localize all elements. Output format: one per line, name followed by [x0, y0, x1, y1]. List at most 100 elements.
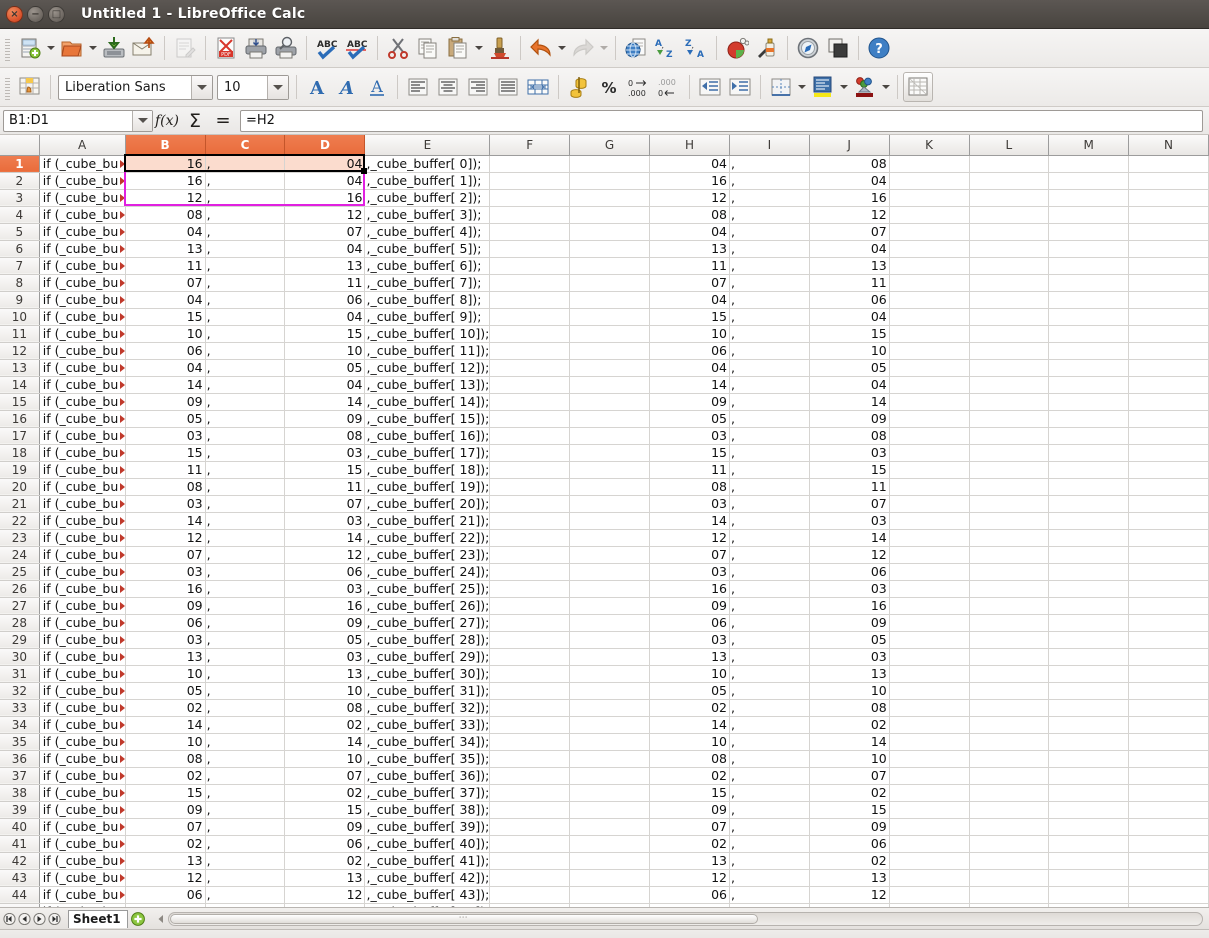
cell-F37[interactable] [489, 767, 571, 785]
cell-D28[interactable]: 09 [284, 614, 366, 632]
cell-F35[interactable] [489, 733, 571, 751]
cell-L5[interactable] [969, 223, 1050, 241]
cell-N45[interactable] [1128, 903, 1209, 907]
column-header-e[interactable]: E [364, 135, 491, 156]
cell-D7[interactable]: 13 [284, 257, 366, 275]
cell-I13[interactable]: , [729, 359, 810, 377]
cell-M30[interactable] [1048, 648, 1130, 666]
cell-G8[interactable] [569, 274, 650, 292]
cell-E12[interactable]: ,_cube_buffer[ 11]); [364, 342, 491, 360]
row-header-4[interactable]: 4 [0, 206, 40, 224]
cell-A32[interactable]: if (_cube_bu [39, 682, 126, 700]
cell-D5[interactable]: 07 [284, 223, 366, 241]
cell-M15[interactable] [1048, 393, 1130, 411]
cell-E18[interactable]: ,_cube_buffer[ 17]); [364, 444, 491, 462]
cell-G14[interactable] [569, 376, 650, 394]
cell-H10[interactable]: 15 [649, 308, 731, 326]
cell-F7[interactable] [489, 257, 571, 275]
cell-F10[interactable] [489, 308, 571, 326]
cell-A10[interactable]: if (_cube_bu [39, 308, 126, 326]
cell-F19[interactable] [489, 461, 571, 479]
cell-K32[interactable] [889, 682, 970, 700]
cell-E11[interactable]: ,_cube_buffer[ 10]); [364, 325, 491, 343]
cell-C8[interactable]: , [205, 274, 286, 292]
send-email-button[interactable] [129, 33, 159, 63]
new-document-dropdown[interactable] [45, 33, 57, 63]
cell-I41[interactable]: , [729, 835, 810, 853]
cell-H25[interactable]: 03 [649, 563, 731, 581]
cell-N22[interactable] [1128, 512, 1209, 530]
cell-L28[interactable] [969, 614, 1050, 632]
cell-F20[interactable] [489, 478, 571, 496]
row-header-3[interactable]: 3 [0, 189, 40, 207]
cell-M36[interactable] [1048, 750, 1130, 768]
cell-G17[interactable] [569, 427, 650, 445]
cell-L8[interactable] [969, 274, 1050, 292]
align-center-button[interactable] [433, 72, 463, 102]
cell-H7[interactable]: 11 [649, 257, 731, 275]
row-header-22[interactable]: 22 [0, 512, 40, 530]
cell-A42[interactable]: if (_cube_bu [39, 852, 126, 870]
cell-G43[interactable] [569, 869, 650, 887]
cell-E30[interactable]: ,_cube_buffer[ 29]); [364, 648, 491, 666]
cell-M34[interactable] [1048, 716, 1130, 734]
window-minimize-button[interactable]: − [27, 5, 44, 23]
cell-A5[interactable]: if (_cube_bu [39, 223, 126, 241]
cell-H39[interactable]: 09 [649, 801, 731, 819]
name-box-dropdown[interactable] [132, 110, 152, 131]
cell-A45[interactable]: if (_cube_bu [39, 903, 126, 907]
cell-G31[interactable] [569, 665, 650, 683]
cell-B7[interactable]: 11 [125, 257, 206, 275]
cell-F6[interactable] [489, 240, 571, 258]
decrease-indent-button[interactable] [695, 72, 725, 102]
cell-N36[interactable] [1128, 750, 1209, 768]
cell-A29[interactable]: if (_cube_bu [39, 631, 126, 649]
background-color-dropdown[interactable] [838, 72, 850, 102]
row-header-15[interactable]: 15 [0, 393, 40, 411]
cell-A4[interactable]: if (_cube_bu [39, 206, 126, 224]
cell-G39[interactable] [569, 801, 650, 819]
cell-C3[interactable]: , [205, 189, 286, 207]
cell-I37[interactable]: , [729, 767, 810, 785]
cell-E19[interactable]: ,_cube_buffer[ 18]); [364, 461, 491, 479]
row-header-41[interactable]: 41 [0, 835, 40, 853]
cell-A11[interactable]: if (_cube_bu [39, 325, 126, 343]
cell-A15[interactable]: if (_cube_bu [39, 393, 126, 411]
cell-L15[interactable] [969, 393, 1050, 411]
conditional-formatting-button[interactable] [903, 72, 933, 102]
cell-B34[interactable]: 14 [125, 716, 206, 734]
row-header-16[interactable]: 16 [0, 410, 40, 428]
add-decimal-place-button[interactable]: 0 .000 [624, 72, 654, 102]
cell-D20[interactable]: 11 [284, 478, 366, 496]
cell-B41[interactable]: 02 [125, 835, 206, 853]
row-header-5[interactable]: 5 [0, 223, 40, 241]
cell-N12[interactable] [1128, 342, 1209, 360]
cell-J4[interactable]: 12 [809, 206, 890, 224]
cell-D3[interactable]: 16 [284, 189, 366, 207]
cell-D22[interactable]: 03 [284, 512, 366, 530]
cell-H28[interactable]: 06 [649, 614, 731, 632]
cell-C1[interactable]: , [205, 155, 286, 173]
cell-C25[interactable]: , [205, 563, 286, 581]
cell-N18[interactable] [1128, 444, 1209, 462]
cell-A37[interactable]: if (_cube_bu [39, 767, 126, 785]
cell-D29[interactable]: 05 [284, 631, 366, 649]
cell-H31[interactable]: 10 [649, 665, 731, 683]
cell-L41[interactable] [969, 835, 1050, 853]
merge-cells-button[interactable] [523, 72, 553, 102]
cell-M29[interactable] [1048, 631, 1130, 649]
cell-A25[interactable]: if (_cube_bu [39, 563, 126, 581]
cell-M37[interactable] [1048, 767, 1130, 785]
cell-H15[interactable]: 09 [649, 393, 731, 411]
cell-M41[interactable] [1048, 835, 1130, 853]
cell-C29[interactable]: , [205, 631, 286, 649]
cell-N6[interactable] [1128, 240, 1209, 258]
cell-C11[interactable]: , [205, 325, 286, 343]
name-box[interactable]: B1:D1 [3, 109, 153, 132]
cell-L7[interactable] [969, 257, 1050, 275]
cell-M18[interactable] [1048, 444, 1130, 462]
cell-H21[interactable]: 03 [649, 495, 731, 513]
cell-B5[interactable]: 04 [125, 223, 206, 241]
cell-L45[interactable] [969, 903, 1050, 907]
toolbar-grip[interactable] [3, 74, 12, 100]
